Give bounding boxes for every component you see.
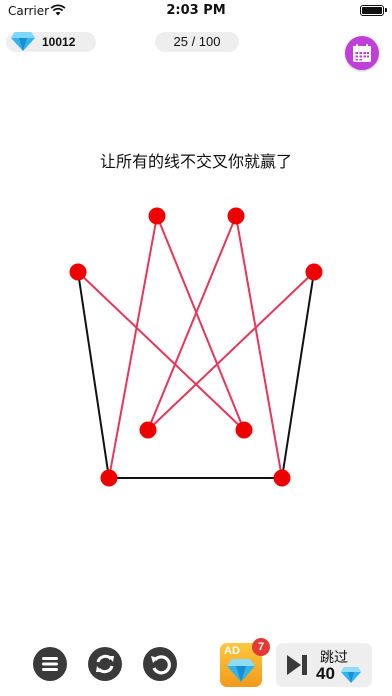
edge-A-G — [77, 271, 110, 479]
node-B[interactable] — [148, 207, 166, 225]
skip-level-button[interactable]: 跳过 40 — [276, 643, 372, 687]
edge-C-H — [235, 215, 283, 479]
node-H[interactable] — [273, 469, 291, 487]
node-A[interactable] — [69, 263, 87, 281]
edge-D-E — [147, 271, 315, 431]
diamond-icon — [227, 659, 255, 682]
shuffle-icon — [96, 654, 114, 674]
puzzle-board[interactable] — [0, 0, 392, 600]
undo-icon — [151, 655, 171, 675]
edge-B-G — [108, 215, 158, 479]
edge-H-D — [281, 271, 315, 479]
skip-cost: 40 — [316, 664, 335, 683]
ad-count-badge: 7 — [252, 638, 270, 656]
edge-B-F — [156, 215, 245, 431]
undo-button[interactable] — [143, 647, 177, 681]
menu-button[interactable] — [33, 647, 67, 681]
edge-C-E — [147, 215, 237, 431]
node-F[interactable] — [235, 421, 253, 439]
diamond-icon — [341, 667, 361, 683]
edge-A-F — [77, 271, 245, 431]
shuffle-button[interactable] — [88, 647, 122, 681]
node-C[interactable] — [227, 207, 245, 225]
ad-label: AD — [224, 645, 240, 657]
menu-icon — [42, 657, 58, 671]
node-G[interactable] — [100, 469, 118, 487]
node-E[interactable] — [139, 421, 157, 439]
node-D[interactable] — [305, 263, 323, 281]
skip-icon — [287, 655, 307, 675]
